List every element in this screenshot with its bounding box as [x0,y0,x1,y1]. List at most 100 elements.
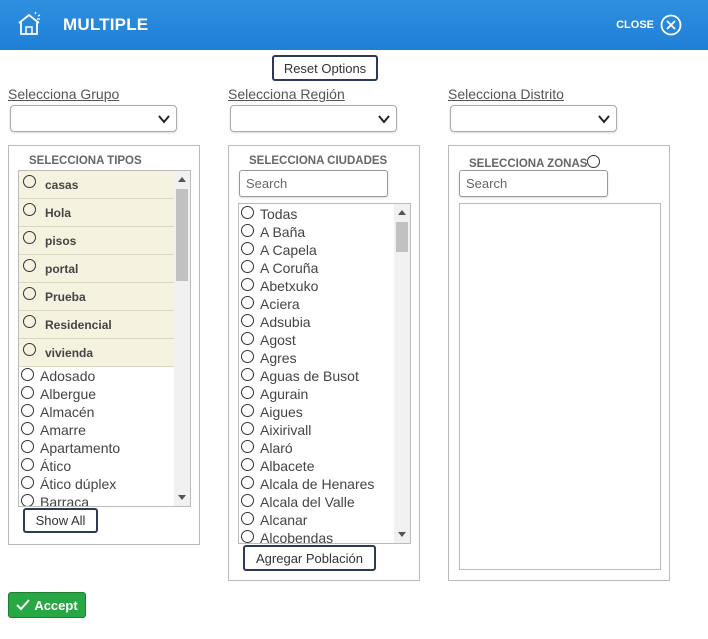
list-item[interactable]: Alaró [239,439,394,457]
radio-icon[interactable] [21,403,34,417]
list-item[interactable]: A Coruña [239,259,394,277]
list-item[interactable]: Prueba [19,283,174,311]
region-select[interactable] [230,105,397,132]
list-item[interactable]: pisos [19,227,174,255]
list-item[interactable]: Adosado [19,367,174,385]
radio-icon[interactable] [23,259,36,272]
close-circle-icon [660,14,682,36]
scroll-down-icon[interactable] [178,495,186,500]
radio-icon[interactable] [241,349,254,363]
scroll-up-icon[interactable] [178,177,186,182]
radio-icon[interactable] [23,287,36,300]
radio-icon[interactable] [241,403,254,417]
grupo-select[interactable] [10,105,177,132]
list-item-label: Almacén [40,404,95,420]
list-item[interactable]: Almacén [19,403,174,421]
list-item-label: Aciera [260,296,300,312]
list-item[interactable]: Alcala de Henares [239,475,394,493]
radio-icon[interactable] [241,295,254,309]
list-item[interactable]: Ático [19,457,174,475]
radio-icon[interactable] [23,231,36,244]
radio-icon[interactable] [23,343,36,356]
tipos-list[interactable]: casas Hola pisos portal Prueba Residencial viv… [18,170,191,507]
list-item[interactable]: Adsubia [239,313,394,331]
distrito-select[interactable] [450,105,617,132]
radio-icon[interactable] [241,421,254,435]
ciudades-list[interactable]: Todas A Baña A Capela A Coruña Abetxuko Acier… [238,203,411,544]
list-item[interactable]: Albacete [239,457,394,475]
agregar-poblacion-button[interactable]: Agregar Población [243,545,376,571]
list-item-label: Todas [260,206,298,222]
list-item[interactable]: Todas [239,205,394,223]
list-item[interactable]: Ático dúplex [19,475,174,493]
chevron-down-icon [158,115,170,124]
list-item[interactable]: Aciera [239,295,394,313]
radio-icon[interactable] [241,385,254,399]
list-item[interactable]: Aguas de Busot [239,367,394,385]
list-item[interactable]: Residencial [19,311,174,339]
radio-icon[interactable] [241,241,254,255]
list-item[interactable]: Alcanar [239,511,394,529]
radio-icon[interactable] [21,475,34,489]
list-item[interactable]: Barraca [19,493,174,506]
scroll-thumb[interactable] [396,222,408,252]
radio-icon[interactable] [241,313,254,327]
house-icon [18,11,41,35]
radio-icon[interactable] [21,367,34,381]
zonas-select-all-radio[interactable] [587,155,600,168]
radio-icon[interactable] [241,367,254,381]
list-item[interactable]: Apartamento [19,439,174,457]
zonas-list[interactable] [459,203,661,570]
list-item[interactable]: Alcobendas [239,529,394,543]
list-item[interactable]: portal [19,255,174,283]
scroll-down-icon[interactable] [398,532,406,537]
list-item[interactable]: Aigues [239,403,394,421]
radio-icon[interactable] [21,493,34,506]
radio-icon[interactable] [241,529,254,543]
scroll-up-icon[interactable] [398,210,406,215]
radio-icon[interactable] [21,421,34,435]
list-item[interactable]: A Baña [239,223,394,241]
radio-icon[interactable] [241,439,254,453]
close-button[interactable]: CLOSE [616,14,682,36]
ciudades-scrollbar[interactable] [394,204,410,543]
tipos-scrollbar[interactable] [174,171,190,506]
tipos-title: SELECCIONA TIPOS [29,155,142,167]
list-item[interactable]: Agurain [239,385,394,403]
radio-icon[interactable] [241,457,254,471]
radio-icon[interactable] [241,475,254,489]
radio-icon[interactable] [241,511,254,525]
radio-icon[interactable] [241,259,254,273]
list-item-label: vivienda [45,345,94,360]
radio-icon[interactable] [23,315,36,328]
list-item[interactable]: Aixirivall [239,421,394,439]
list-item[interactable]: Hola [19,199,174,227]
radio-icon[interactable] [21,385,34,399]
scroll-thumb[interactable] [176,189,188,281]
radio-icon[interactable] [241,223,254,237]
ciudades-search-input[interactable] [239,170,388,197]
radio-icon[interactable] [241,493,254,507]
list-item[interactable]: Agost [239,331,394,349]
list-item[interactable]: vivienda [19,339,174,367]
radio-icon[interactable] [241,277,254,291]
list-item[interactable]: Agres [239,349,394,367]
zonas-search-input[interactable] [459,170,608,197]
list-item[interactable]: Amarre [19,421,174,439]
show-all-button[interactable]: Show All [23,508,98,533]
radio-icon[interactable] [21,457,34,471]
radio-icon[interactable] [241,205,254,219]
radio-icon[interactable] [241,331,254,345]
list-item[interactable]: Albergue [19,385,174,403]
reset-options-button[interactable]: Reset Options [272,55,378,81]
radio-icon[interactable] [23,175,36,188]
accept-button[interactable]: Accept [8,592,86,618]
radio-icon[interactable] [23,203,36,216]
list-item-label: casas [45,177,79,192]
list-item[interactable]: A Capela [239,241,394,259]
list-item-label: Amarre [40,422,86,438]
radio-icon[interactable] [21,439,34,453]
list-item[interactable]: casas [19,171,174,199]
list-item[interactable]: Abetxuko [239,277,394,295]
list-item[interactable]: Alcala del Valle [239,493,394,511]
